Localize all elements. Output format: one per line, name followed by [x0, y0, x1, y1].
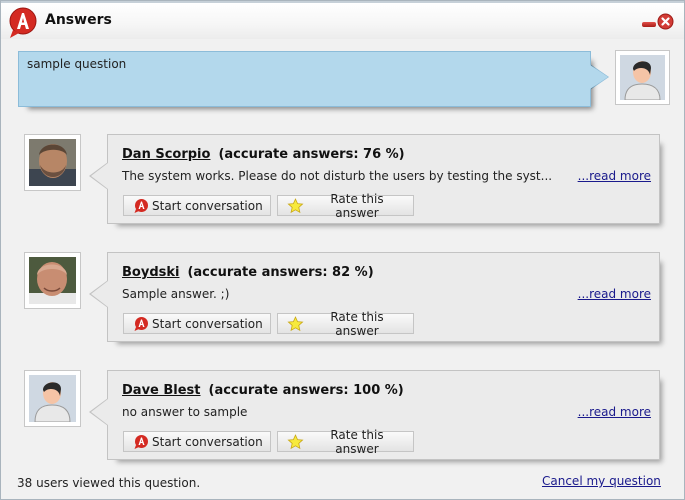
question-bubble: sample question	[18, 51, 591, 107]
start-conversation-label: Start conversation	[152, 198, 263, 213]
default-user-avatar-icon	[620, 55, 665, 100]
answer-item: Dave Blest (accurate answers: 100 %) no a…	[1, 370, 684, 470]
user-avatar[interactable]	[24, 134, 81, 191]
start-conversation-label: Start conversation	[152, 434, 263, 449]
cancel-question-link[interactable]: Cancel my question	[542, 474, 661, 488]
start-conversation-button[interactable]: Start conversation	[123, 431, 271, 452]
view-count-status: 38 users viewed this question.	[17, 476, 201, 490]
start-conversation-label: Start conversation	[152, 316, 263, 331]
user-name-link[interactable]: Dave Blest	[122, 383, 201, 398]
start-conversation-button[interactable]: Start conversation	[123, 313, 271, 334]
user-avatar[interactable]	[24, 252, 81, 309]
rate-answer-button[interactable]: Rate this answer	[277, 192, 414, 220]
star-icon	[287, 315, 304, 331]
answer-card: Dave Blest (accurate answers: 100 %) no a…	[107, 370, 660, 460]
user-photo-icon	[29, 257, 76, 304]
app-logo-icon	[134, 316, 148, 331]
title-bar: Answers	[1, 1, 684, 39]
rate-answer-label: Rate this answer	[330, 427, 384, 456]
default-user-avatar-icon	[29, 375, 76, 422]
app-logo-icon	[9, 7, 37, 38]
asker-avatar	[615, 50, 670, 105]
question-bubble-arrow	[590, 65, 608, 89]
start-conversation-button[interactable]: Start conversation	[123, 195, 271, 216]
read-more-link[interactable]: ...read more	[578, 169, 651, 183]
answers-window: Answers sample question Dan Scorpio (acc…	[0, 0, 685, 500]
accuracy-label: (accurate answers: 76 %)	[218, 147, 405, 162]
rate-answer-label: Rate this answer	[330, 309, 384, 338]
app-logo-icon	[134, 198, 148, 213]
star-icon	[287, 197, 304, 213]
star-icon	[287, 433, 304, 449]
answer-header: Dave Blest (accurate answers: 100 %)	[122, 383, 404, 398]
answer-card: Dan Scorpio (accurate answers: 76 %) The …	[107, 134, 660, 224]
answer-header: Boydski (accurate answers: 82 %)	[122, 265, 374, 280]
read-more-link[interactable]: ...read more	[578, 405, 651, 419]
rate-answer-button[interactable]: Rate this answer	[277, 428, 414, 456]
minimize-icon[interactable]	[642, 22, 656, 27]
answer-item: Boydski (accurate answers: 82 %) Sample a…	[1, 252, 684, 352]
accuracy-label: (accurate answers: 100 %)	[208, 383, 404, 398]
answer-item: Dan Scorpio (accurate answers: 76 %) The …	[1, 134, 684, 234]
user-name-link[interactable]: Dan Scorpio	[122, 147, 210, 162]
card-arrow	[91, 163, 108, 189]
close-icon[interactable]	[657, 13, 674, 30]
read-more-link[interactable]: ...read more	[578, 287, 651, 301]
app-logo-icon	[134, 434, 148, 449]
card-arrow	[91, 281, 108, 307]
rate-answer-label: Rate this answer	[330, 191, 384, 220]
window-title: Answers	[45, 12, 112, 28]
answer-text: The system works. Please do not disturb …	[122, 169, 553, 183]
user-photo-icon	[29, 139, 76, 186]
answer-text: no answer to sample	[122, 405, 248, 419]
answer-card: Boydski (accurate answers: 82 %) Sample a…	[107, 252, 660, 342]
card-arrow	[91, 399, 108, 425]
rate-answer-button[interactable]: Rate this answer	[277, 310, 414, 338]
question-text: sample question	[27, 57, 127, 71]
accuracy-label: (accurate answers: 82 %)	[187, 265, 374, 280]
user-avatar[interactable]	[24, 370, 81, 427]
user-name-link[interactable]: Boydski	[122, 265, 179, 280]
answer-text: Sample answer. ;)	[122, 287, 230, 301]
answer-header: Dan Scorpio (accurate answers: 76 %)	[122, 147, 405, 162]
